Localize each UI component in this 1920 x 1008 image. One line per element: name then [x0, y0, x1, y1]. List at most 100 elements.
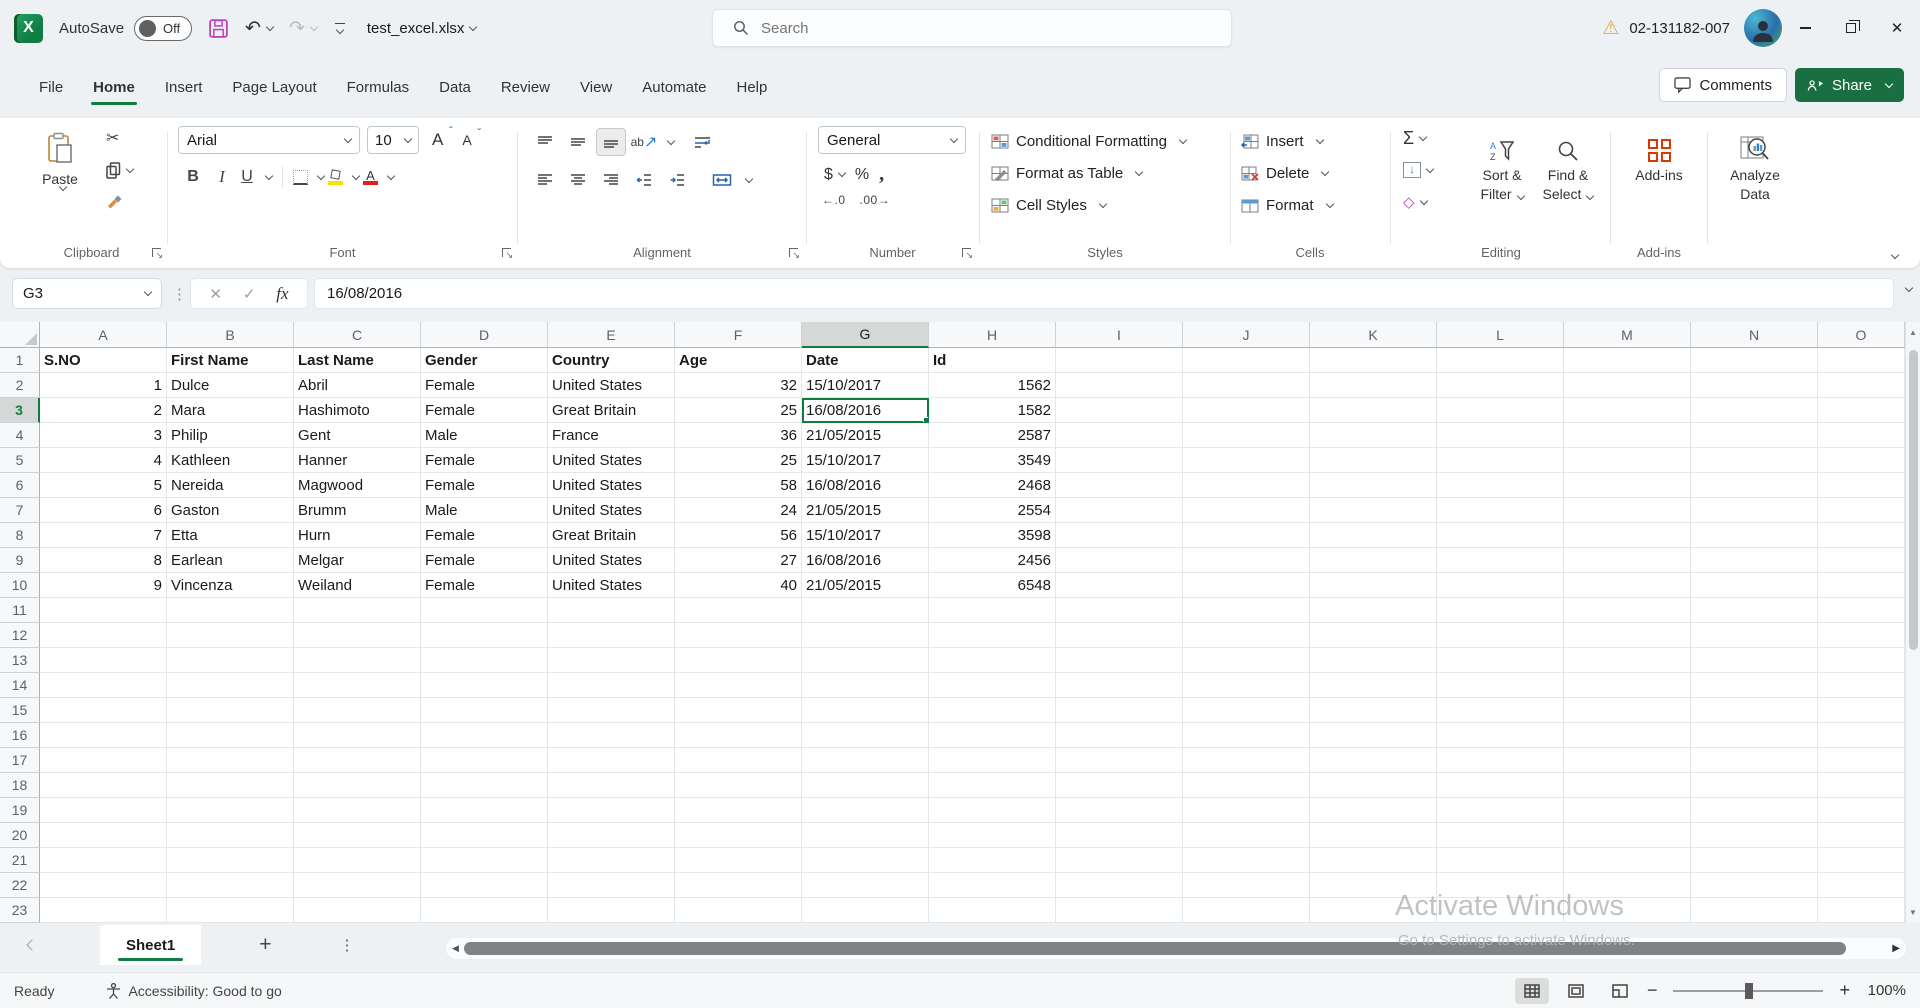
cell-L4[interactable] — [1437, 423, 1564, 448]
cell-G9[interactable]: 16/08/2016 — [802, 548, 929, 573]
cell-A20[interactable] — [40, 823, 167, 848]
cell-B13[interactable] — [167, 648, 294, 673]
cell-H17[interactable] — [929, 748, 1056, 773]
cell-F13[interactable] — [675, 648, 802, 673]
cell-G21[interactable] — [802, 848, 929, 873]
cell-O9[interactable] — [1818, 548, 1905, 573]
cell-K21[interactable] — [1310, 848, 1437, 873]
cell-M4[interactable] — [1564, 423, 1691, 448]
cell-K9[interactable] — [1310, 548, 1437, 573]
font-name-select[interactable]: Arial — [178, 126, 360, 154]
cell-G3[interactable]: 16/08/2016 — [802, 398, 929, 423]
tab-review[interactable]: Review — [486, 66, 565, 108]
cell-O13[interactable] — [1818, 648, 1905, 673]
cell-H12[interactable] — [929, 623, 1056, 648]
cell-I13[interactable] — [1056, 648, 1183, 673]
cell-F11[interactable] — [675, 598, 802, 623]
cell-F22[interactable] — [675, 873, 802, 898]
cell-A1[interactable]: S.NO — [40, 348, 167, 373]
row-header-19[interactable]: 19 — [0, 798, 40, 823]
increase-font-size-button[interactable]: A ˆ — [426, 130, 449, 150]
autosave-toggle[interactable]: Off — [134, 16, 192, 41]
cell-C15[interactable] — [294, 698, 421, 723]
cell-K2[interactable] — [1310, 373, 1437, 398]
cell-O16[interactable] — [1818, 723, 1905, 748]
cell-O6[interactable] — [1818, 473, 1905, 498]
cell-O3[interactable] — [1818, 398, 1905, 423]
cell-A21[interactable] — [40, 848, 167, 873]
cell-G1[interactable]: Date — [802, 348, 929, 373]
align-bottom-button[interactable] — [596, 128, 626, 156]
cell-N1[interactable] — [1691, 348, 1818, 373]
cell-H14[interactable] — [929, 673, 1056, 698]
cell-N10[interactable] — [1691, 573, 1818, 598]
cell-B10[interactable]: Vincenza — [167, 573, 294, 598]
col-header-N[interactable]: N — [1691, 322, 1818, 348]
cell-E19[interactable] — [548, 798, 675, 823]
cell-G11[interactable] — [802, 598, 929, 623]
cell-H11[interactable] — [929, 598, 1056, 623]
tab-file[interactable]: File — [24, 66, 78, 108]
cell-E6[interactable]: United States — [548, 473, 675, 498]
cell-D9[interactable]: Female — [421, 548, 548, 573]
format-cells-button[interactable]: Format — [1241, 192, 1385, 219]
cell-D20[interactable] — [421, 823, 548, 848]
cell-D22[interactable] — [421, 873, 548, 898]
cell-I1[interactable] — [1056, 348, 1183, 373]
cell-O23[interactable] — [1818, 898, 1905, 923]
cell-M14[interactable] — [1564, 673, 1691, 698]
cell-O10[interactable] — [1818, 573, 1905, 598]
cell-I20[interactable] — [1056, 823, 1183, 848]
cell-D1[interactable]: Gender — [421, 348, 548, 373]
cell-F3[interactable]: 25 — [675, 398, 802, 423]
cell-L23[interactable] — [1437, 898, 1564, 923]
cell-N9[interactable] — [1691, 548, 1818, 573]
cell-J5[interactable] — [1183, 448, 1310, 473]
horizontal-scroll-thumb[interactable] — [464, 942, 1846, 955]
analyze-data-button[interactable]: Analyze Data — [1726, 128, 1784, 204]
cell-M20[interactable] — [1564, 823, 1691, 848]
cell-N3[interactable] — [1691, 398, 1818, 423]
cell-C19[interactable] — [294, 798, 421, 823]
cell-B7[interactable]: Gaston — [167, 498, 294, 523]
clear-button[interactable]: ◇ — [1403, 190, 1433, 214]
col-header-F[interactable]: F — [675, 322, 802, 348]
cell-F21[interactable] — [675, 848, 802, 873]
cell-J6[interactable] — [1183, 473, 1310, 498]
cell-J4[interactable] — [1183, 423, 1310, 448]
fill-color-button[interactable] — [328, 170, 343, 185]
previous-sheet-icon[interactable] — [26, 939, 37, 950]
comments-button[interactable]: Comments — [1659, 68, 1787, 102]
cell-E3[interactable]: Great Britain — [548, 398, 675, 423]
cell-D21[interactable] — [421, 848, 548, 873]
cell-C17[interactable] — [294, 748, 421, 773]
find-select-button[interactable]: Find & Select — [1539, 128, 1597, 204]
bold-button[interactable]: B — [180, 168, 206, 186]
cell-O18[interactable] — [1818, 773, 1905, 798]
cell-E23[interactable] — [548, 898, 675, 923]
cell-N7[interactable] — [1691, 498, 1818, 523]
cell-J20[interactable] — [1183, 823, 1310, 848]
cell-I3[interactable] — [1056, 398, 1183, 423]
cell-D18[interactable] — [421, 773, 548, 798]
cell-L13[interactable] — [1437, 648, 1564, 673]
cell-H15[interactable] — [929, 698, 1056, 723]
cell-G14[interactable] — [802, 673, 929, 698]
cell-L6[interactable] — [1437, 473, 1564, 498]
cell-F12[interactable] — [675, 623, 802, 648]
cell-C2[interactable]: Abril — [294, 373, 421, 398]
cell-E18[interactable] — [548, 773, 675, 798]
cell-C16[interactable] — [294, 723, 421, 748]
cell-M2[interactable] — [1564, 373, 1691, 398]
cell-A7[interactable]: 6 — [40, 498, 167, 523]
row-header-22[interactable]: 22 — [0, 873, 40, 898]
zoom-slider-thumb[interactable] — [1745, 983, 1753, 999]
cell-D3[interactable]: Female — [421, 398, 548, 423]
cell-O22[interactable] — [1818, 873, 1905, 898]
cell-K18[interactable] — [1310, 773, 1437, 798]
cell-D12[interactable] — [421, 623, 548, 648]
cell-N15[interactable] — [1691, 698, 1818, 723]
row-header-12[interactable]: 12 — [0, 623, 40, 648]
cell-E12[interactable] — [548, 623, 675, 648]
row-header-10[interactable]: 10 — [0, 573, 40, 598]
